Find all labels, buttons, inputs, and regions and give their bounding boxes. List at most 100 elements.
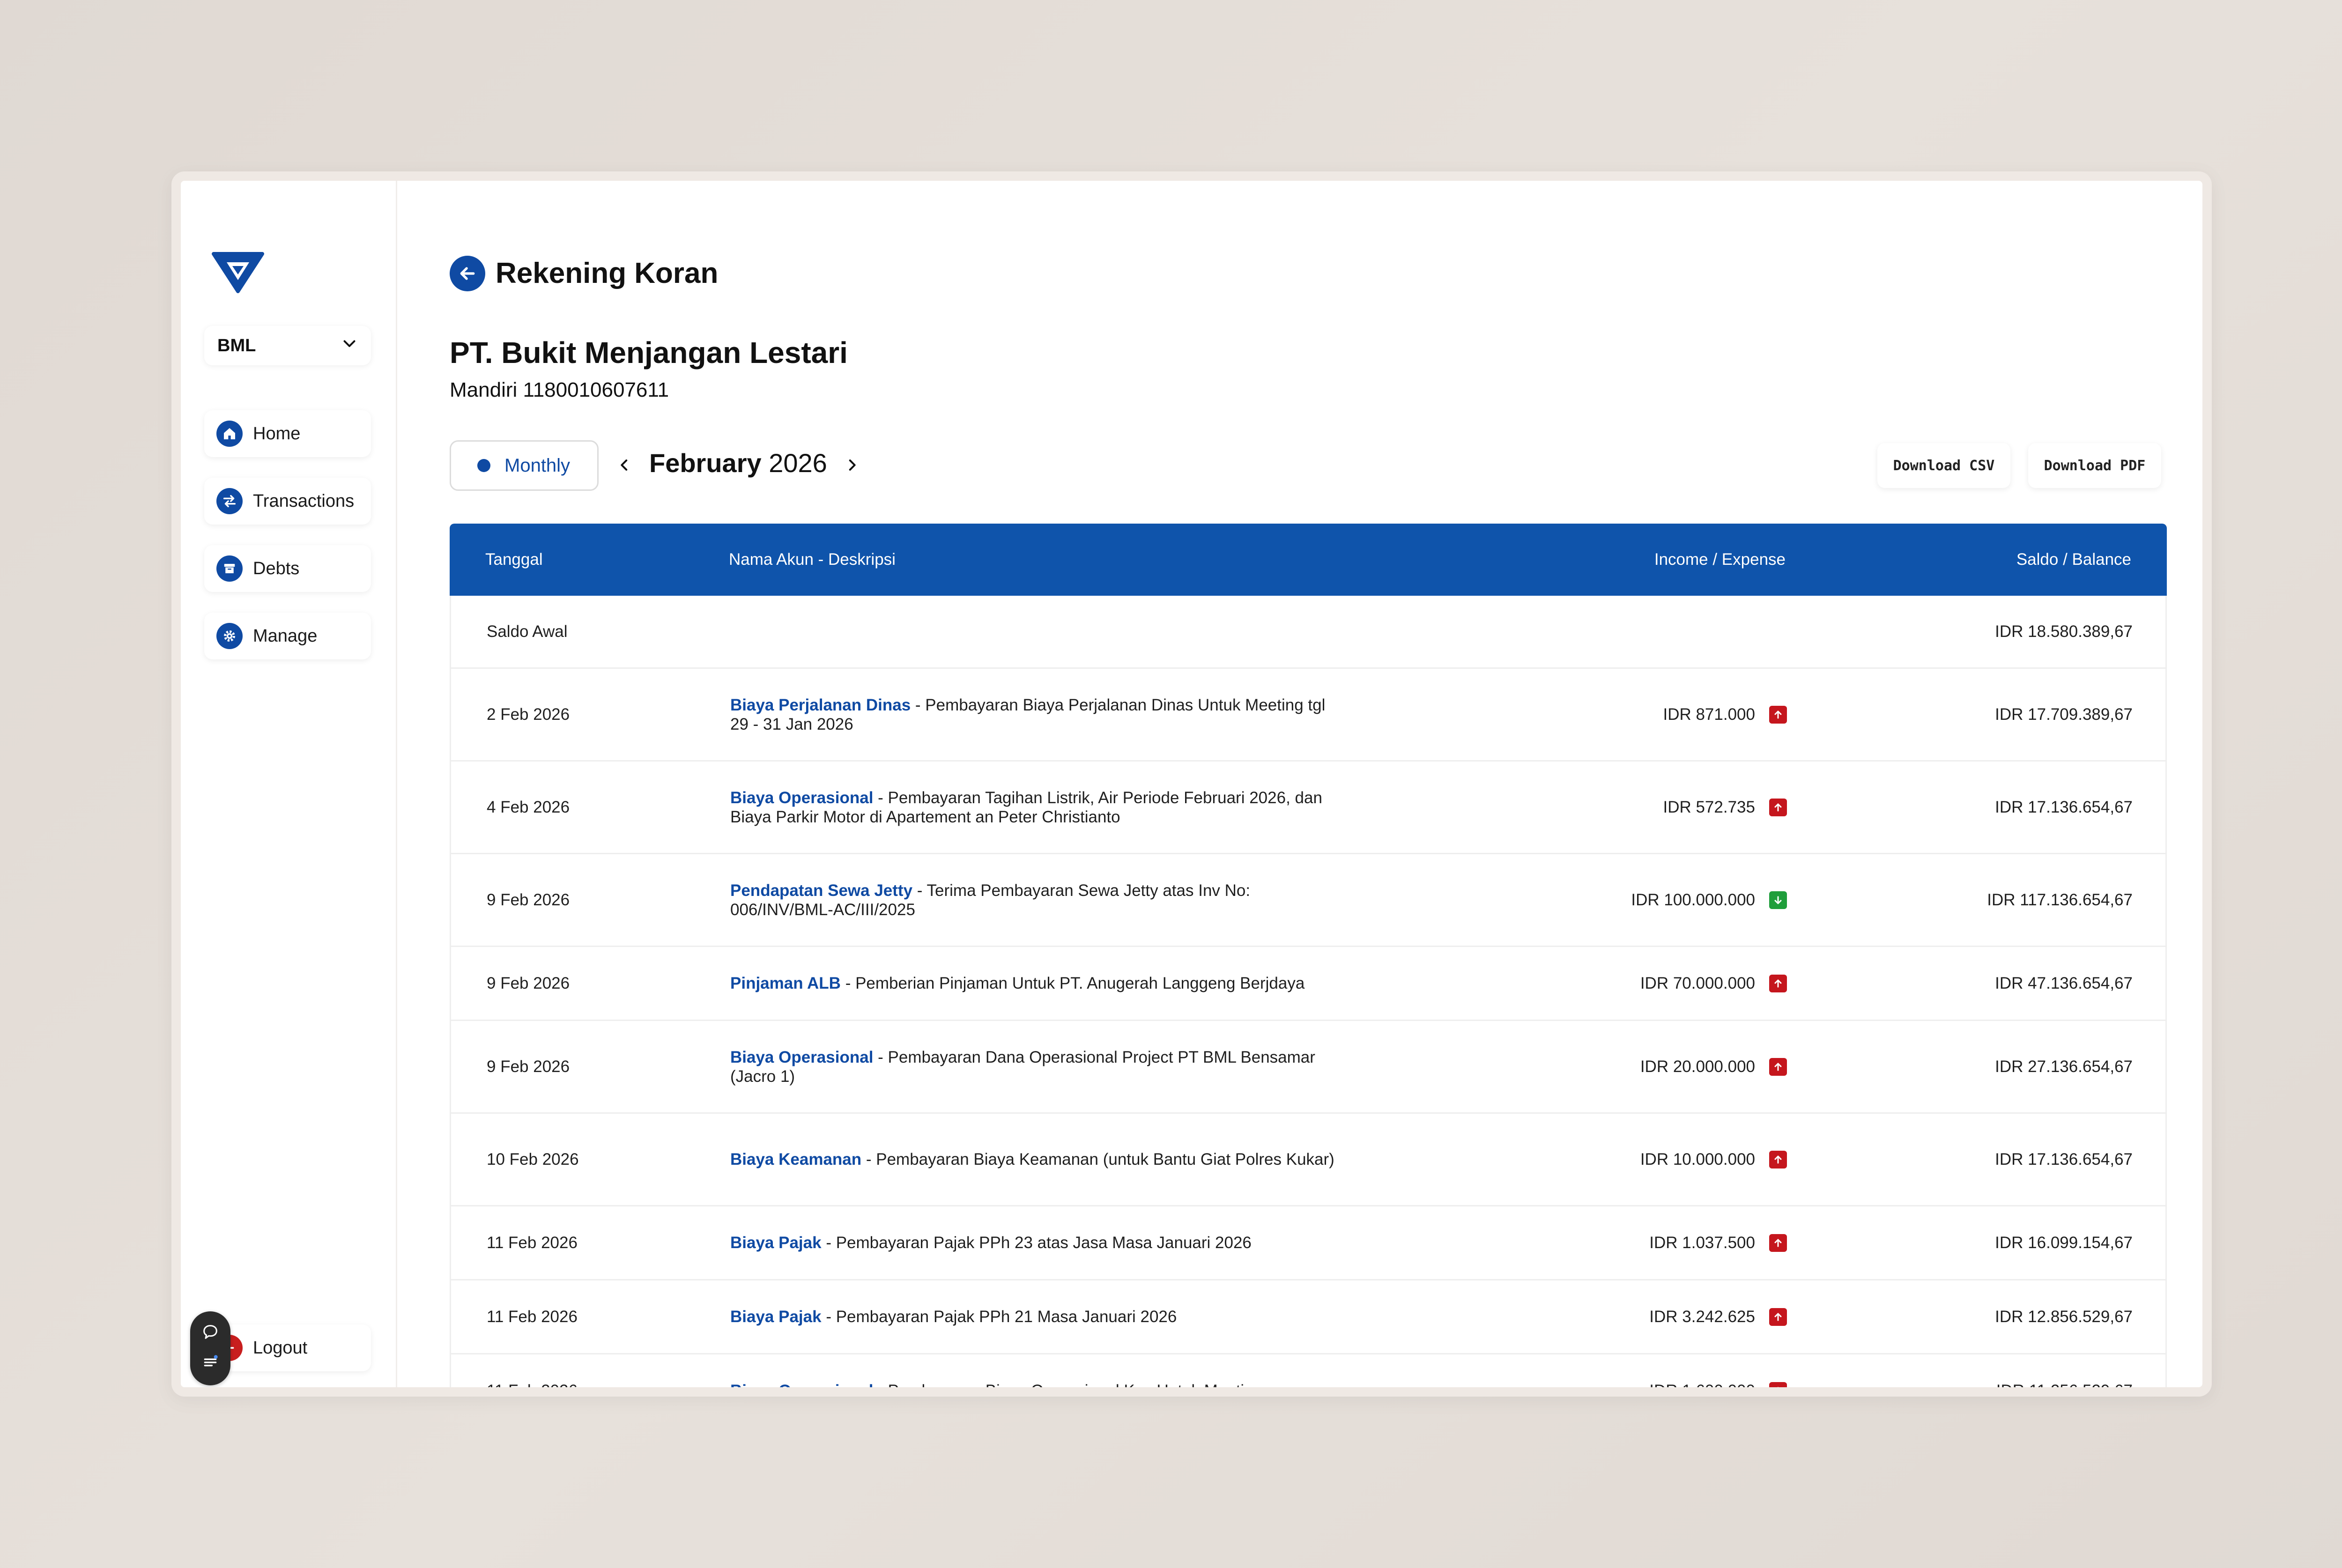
chevron-left-icon xyxy=(621,459,628,471)
chat-bubble-icon[interactable] xyxy=(201,1323,220,1344)
row-amount: IDR 20.000.000 xyxy=(1640,1057,1755,1076)
expense-arrow-icon xyxy=(1769,1234,1787,1252)
row-description: Biaya Operasional - Pembayaran Dana Oper… xyxy=(730,1048,1339,1086)
sidebar-item-label: Transactions xyxy=(253,491,355,511)
row-description-text: - Pembayaran Biaya Operasional Kas Untuk… xyxy=(873,1382,1262,1387)
row-date: 11 Feb 2026 xyxy=(451,1382,730,1388)
account-number: Mandiri 1180010607611 xyxy=(450,378,669,401)
table-row[interactable]: 11 Feb 2026 Biaya Pajak - Pembayaran Paja… xyxy=(450,1206,2167,1280)
income-arrow-icon xyxy=(1769,891,1787,909)
sidebar: BML Home Transactions Debts Manage Logou… xyxy=(181,181,397,1387)
account-link[interactable]: Biaya Keamanan xyxy=(730,1150,861,1169)
row-description: Biaya Perjalanan Dinas - Pembayaran Biay… xyxy=(730,695,1339,734)
period-mode-label: Monthly xyxy=(504,455,571,476)
expense-arrow-icon xyxy=(1769,1058,1787,1076)
org-selector[interactable]: BML xyxy=(204,326,371,365)
row-description: Biaya Operasional - Pembayaran Tagihan L… xyxy=(730,788,1339,827)
app-window: BML Home Transactions Debts Manage Logou… xyxy=(171,171,2212,1397)
expense-arrow-icon xyxy=(1769,1308,1787,1326)
expense-arrow-icon xyxy=(1769,1150,1787,1169)
row-amount: IDR 871.000 xyxy=(1663,705,1755,724)
account-link[interactable]: Biaya Operasional xyxy=(730,1048,873,1066)
opening-label: Saldo Awal xyxy=(487,622,568,641)
row-description-text: - Pembayaran Biaya Keamanan (untuk Bantu… xyxy=(861,1150,1334,1169)
row-amount-cell: IDR 100.000.000 xyxy=(1339,891,1787,910)
account-link[interactable]: Biaya Operasional xyxy=(730,789,873,807)
row-date: 9 Feb 2026 xyxy=(487,974,570,992)
row-balance: IDR 17.709.389,67 xyxy=(1995,705,2133,724)
row-amount: IDR 100.000.000 xyxy=(1631,890,1755,909)
row-balance: IDR 17.136.654,67 xyxy=(1995,1150,2133,1169)
swap-icon xyxy=(216,488,243,514)
org-selector-label: BML xyxy=(217,335,256,355)
gear-icon xyxy=(216,623,243,649)
table-row[interactable]: 2 Feb 2026 Biaya Perjalanan Dinas - Pemba… xyxy=(450,669,2167,762)
row-amount: IDR 70.000.000 xyxy=(1640,974,1755,992)
row-amount-cell: IDR 1.037.500 xyxy=(1339,1234,1787,1252)
row-description-text: - Pemberian Pinjaman Untuk PT. Anugerah … xyxy=(840,974,1305,992)
download-csv-button[interactable]: Download CSV xyxy=(1877,443,2010,488)
row-balance: IDR 47.136.654,67 xyxy=(1995,974,2133,992)
table-row[interactable]: 4 Feb 2026 Biaya Operasional - Pembayaran… xyxy=(450,762,2167,854)
table-row[interactable]: 11 Feb 2026 Biaya Pajak - Pembayaran Paja… xyxy=(450,1280,2167,1354)
app-frame: BML Home Transactions Debts Manage Logou… xyxy=(181,181,2202,1387)
row-description: Biaya Pajak - Pembayaran Pajak PPh 21 Ma… xyxy=(730,1307,1339,1326)
sidebar-item-transactions[interactable]: Transactions xyxy=(204,478,371,525)
sidebar-item-home[interactable]: Home xyxy=(204,410,371,457)
chat-widget[interactable] xyxy=(190,1311,230,1385)
row-description-text: - Pembayaran Pajak PPh 21 Masa Januari 2… xyxy=(821,1308,1177,1326)
expense-arrow-icon xyxy=(1769,798,1787,816)
row-description: Biaya Pajak - Pembayaran Pajak PPh 23 at… xyxy=(730,1233,1339,1252)
sidebar-item-label: Debts xyxy=(253,558,300,578)
table-row[interactable]: 9 Feb 2026 Pinjaman ALB - Pemberian Pinja… xyxy=(450,947,2167,1021)
account-link[interactable]: Biaya Pajak xyxy=(730,1234,822,1252)
brand-logo[interactable] xyxy=(210,250,266,295)
account-link[interactable]: Biaya Perjalanan Dinas xyxy=(730,696,911,714)
sidebar-item-label: Manage xyxy=(253,626,318,646)
prev-month-button[interactable] xyxy=(613,453,636,477)
logout-label: Logout xyxy=(253,1338,308,1358)
account-link[interactable]: Pendapatan Sewa Jetty xyxy=(730,881,912,900)
account-link[interactable]: Biaya Pajak xyxy=(730,1308,822,1326)
list-icon[interactable] xyxy=(201,1353,220,1374)
archive-icon xyxy=(216,555,243,582)
sidebar-item-debts[interactable]: Debts xyxy=(204,545,371,592)
period-year: 2026 xyxy=(769,448,827,478)
next-month-button[interactable] xyxy=(840,453,864,477)
row-date: 4 Feb 2026 xyxy=(487,798,570,816)
sidebar-item-manage[interactable]: Manage xyxy=(204,613,371,659)
row-amount-cell: IDR 871.000 xyxy=(1339,705,1787,724)
row-description: Pendapatan Sewa Jetty - Terima Pembayara… xyxy=(730,881,1339,919)
account-link[interactable]: Biaya Operasional xyxy=(730,1382,873,1387)
download-pdf-button[interactable]: Download PDF xyxy=(2028,443,2161,488)
opening-balance: IDR 18.580.389,67 xyxy=(1995,622,2133,641)
table-row[interactable]: 11 Feb 2026Biaya Operasional - Pembayara… xyxy=(450,1354,2167,1387)
row-description-text: - Pembayaran Pajak PPh 23 atas Jasa Masa… xyxy=(821,1234,1252,1252)
header-amount-label: Income / Expense xyxy=(1654,550,1786,569)
row-description: Pinjaman ALB - Pemberian Pinjaman Untuk … xyxy=(730,974,1339,993)
row-balance: IDR 16.099.154,67 xyxy=(1995,1233,2133,1252)
table-row[interactable]: 10 Feb 2026 Biaya Keamanan - Pembayaran B… xyxy=(450,1114,2167,1206)
header-date: Tanggal xyxy=(485,550,543,569)
row-description: Biaya Operasional - Pembayaran Biaya Ope… xyxy=(730,1381,1339,1387)
row-amount: IDR 3.242.625 xyxy=(1649,1307,1755,1326)
expense-arrow-icon xyxy=(1769,974,1787,992)
row-date: 10 Feb 2026 xyxy=(487,1150,579,1169)
period-mode-button[interactable]: Monthly xyxy=(450,440,599,491)
header-amount: Income / Expense xyxy=(1338,550,1786,569)
table-row[interactable]: 9 Feb 2026 Biaya Operasional - Pembayaran… xyxy=(450,1021,2167,1114)
page-title: Rekening Koran xyxy=(496,257,719,289)
row-amount-cell: IDR 20.000.000 xyxy=(1339,1058,1787,1076)
expense-arrow-icon xyxy=(1769,1382,1787,1387)
row-balance: IDR 27.136.654,67 xyxy=(1995,1057,2133,1076)
row-balance: IDR 12.856.529,67 xyxy=(1995,1307,2133,1326)
table-header: Tanggal Nama Akun - Deskripsi Income / E… xyxy=(450,524,2167,596)
back-button[interactable] xyxy=(450,256,485,291)
account-link[interactable]: Pinjaman ALB xyxy=(730,974,841,992)
arrow-left-icon xyxy=(460,267,475,280)
row-amount-cell: IDR 70.000.000 xyxy=(1339,974,1787,993)
table-row[interactable]: 9 Feb 2026 Pendapatan Sewa Jetty - Terima… xyxy=(450,854,2167,947)
radio-dot-icon xyxy=(477,459,490,472)
row-amount: IDR 572.735 xyxy=(1663,798,1755,816)
row-amount: IDR 1.037.500 xyxy=(1649,1233,1755,1252)
